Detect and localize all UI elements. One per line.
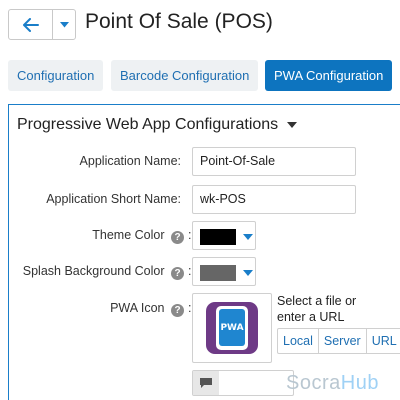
splash-color-colon: : [188, 264, 192, 278]
caret-down-icon [243, 234, 253, 240]
splash-color-label-group: Splash Background Color ? [23, 264, 184, 280]
pwa-icon-text: PWA [219, 309, 245, 346]
comment-field[interactable] [192, 370, 294, 396]
watermark-part2: Hub [340, 372, 379, 394]
tab-barcode-configuration[interactable]: Barcode Configuration [111, 60, 259, 91]
tab-configuration[interactable]: Configuration [8, 60, 104, 91]
app-name-label: Application Name: [79, 154, 181, 168]
app-short-name-label: Application Short Name: [46, 192, 181, 206]
tab-pwa-configuration[interactable]: PWA Configuration [265, 60, 393, 91]
back-button[interactable] [9, 10, 53, 39]
source-url-button[interactable]: URL [367, 329, 400, 353]
panel-heading-label: Progressive Web App Configurations [17, 116, 279, 133]
arrow-left-icon [22, 17, 39, 32]
nav-menu-button[interactable] [53, 10, 75, 39]
top-bar: Point Of Sale (POS) [0, 0, 400, 48]
help-icon[interactable]: ? [171, 231, 184, 244]
pwa-icon-colon: : [188, 301, 192, 315]
pwa-icon-label-group: PWA Icon ? [110, 301, 184, 317]
source-server-button[interactable]: Server [319, 329, 367, 353]
pwa-icon-label: PWA Icon [110, 301, 165, 315]
tab-bar: Configuration Barcode Configuration PWA … [0, 60, 400, 92]
app-name-input[interactable]: Point-Of-Sale [192, 147, 356, 176]
phone-icon: PWA [216, 306, 248, 350]
caret-down-icon [59, 21, 69, 27]
icon-source-button-group: Local Server URL [277, 328, 400, 354]
pwa-icon-preview[interactable]: PWA [192, 293, 272, 363]
theme-color-label-group: Theme Color ? [92, 228, 184, 244]
app-short-name-input[interactable]: wk-POS [192, 185, 356, 214]
splash-color-swatch [200, 265, 236, 281]
theme-color-swatch [200, 229, 236, 245]
watermark-logo: SocraHub [286, 372, 379, 395]
theme-color-label: Theme Color [92, 228, 165, 242]
caret-down-icon [287, 122, 298, 128]
select-file-text: Select a file or enter a URL [277, 294, 357, 324]
nav-button-group [8, 9, 76, 40]
theme-color-colon: : [188, 228, 192, 242]
splash-color-label: Splash Background Color [22, 264, 165, 278]
pwa-app-icon: PWA [206, 302, 258, 354]
theme-color-picker[interactable] [192, 221, 256, 250]
source-local-button[interactable]: Local [278, 329, 319, 353]
comment-icon [200, 378, 212, 388]
caret-down-icon [243, 270, 253, 276]
watermark-part1: Socra [286, 372, 341, 394]
help-icon[interactable]: ? [171, 267, 184, 280]
comment-icon-cell [193, 371, 219, 395]
panel-heading-toggle[interactable]: Progressive Web App Configurations [17, 116, 298, 134]
help-icon[interactable]: ? [171, 304, 184, 317]
page-title: Point Of Sale (POS) [85, 10, 273, 33]
splash-color-picker[interactable] [192, 257, 256, 286]
